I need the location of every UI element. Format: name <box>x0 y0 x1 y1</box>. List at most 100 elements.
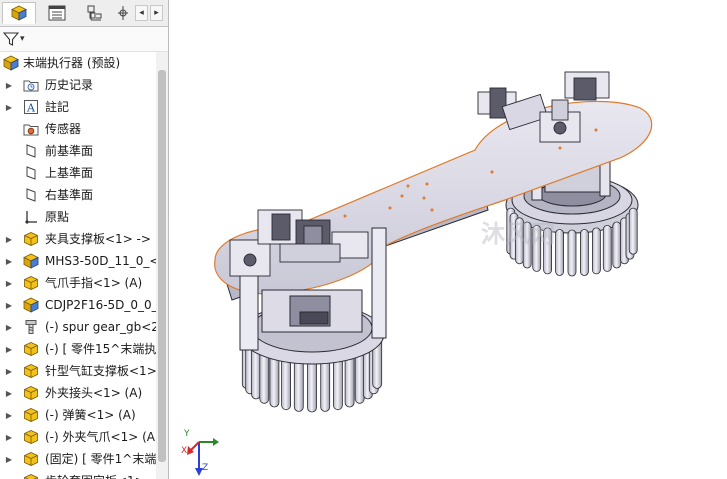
triad-z-label: Z <box>202 463 209 473</box>
tab-feature-manager[interactable] <box>2 2 36 24</box>
property-manager-icon <box>48 5 66 21</box>
tree-item-label: 右基準面 <box>45 188 94 202</box>
tree-item-label: 原點 <box>45 210 70 224</box>
tree-item[interactable]: ▶ 夹具支撑板<1> -> <box>0 228 156 250</box>
part-icon <box>23 429 39 445</box>
chevron-right-icon: ▸ <box>154 8 159 18</box>
tree-item-label: 传感器 <box>45 122 82 136</box>
feature-tree: 末端执行器 (预設) ▶ 历史记录 ▶ A 註記传感器前基準面上基準面右基準面原點 ▶ 夹具… <box>0 52 156 479</box>
crosshair-icon <box>118 6 128 20</box>
tree-item[interactable]: 右基準面 <box>0 184 156 206</box>
tree-item[interactable]: ▶ 气爪手指<1> (A) <box>0 272 156 294</box>
tree-item[interactable]: ▶ (-) 弹簧<1> (A) <box>0 404 156 426</box>
tree-item[interactable]: ▶ MHS3-50D_11_0_< <box>0 250 156 272</box>
part-icon <box>23 451 39 467</box>
tree-item[interactable]: 前基準面 <box>0 140 156 162</box>
origin-icon <box>23 209 39 225</box>
tree-item-label: 前基準面 <box>45 144 94 158</box>
tree-root[interactable]: 末端执行器 (预設) <box>0 52 156 74</box>
triad-y-label: Y <box>184 429 190 439</box>
annotation-icon: A <box>23 99 39 115</box>
sensor-icon <box>23 121 39 137</box>
tree-item-label: 气爪手指<1> (A) <box>45 276 143 290</box>
tree-item[interactable]: 原點 <box>0 206 156 228</box>
chevron-right-icon[interactable]: ▶ <box>4 360 14 382</box>
panel-tab-bar: ◂ ▸ <box>0 0 168 27</box>
plane-icon <box>23 143 39 159</box>
chevron-right-icon[interactable]: ▶ <box>4 96 14 118</box>
tree-item[interactable]: 上基準面 <box>0 162 156 184</box>
chevron-right-icon[interactable]: ▶ <box>4 470 14 479</box>
tree-item-label: 历史记录 <box>45 78 94 92</box>
part-icon <box>23 363 39 379</box>
graphics-area[interactable]: 沐风网 Y X Z <box>169 0 727 479</box>
tree-item-label: 齿轮套固定板<1> <box>45 474 145 479</box>
tree-item-label: 上基準面 <box>45 166 94 180</box>
chevron-right-icon[interactable]: ▶ <box>4 294 14 316</box>
tab-property-manager[interactable] <box>40 2 74 24</box>
tab-dimxpert[interactable] <box>116 2 130 24</box>
tree-scrollbar[interactable] <box>156 52 168 479</box>
part-icon <box>23 473 39 479</box>
filter-icon <box>3 32 19 46</box>
chevron-right-icon[interactable]: ▶ <box>4 382 14 404</box>
tree-item-label: 夹具支撑板<1> -> <box>45 232 151 246</box>
chevron-right-icon[interactable]: ▶ <box>4 74 14 96</box>
chevron-right-icon[interactable]: ▶ <box>4 272 14 294</box>
feature-manager-icon <box>11 5 27 21</box>
tab-scroll-left-button[interactable]: ◂ <box>135 5 148 21</box>
watermark-text: 沐风网 <box>481 220 556 248</box>
tree-item-label: (-) 弹簧<1> (A) <box>45 408 136 422</box>
tree-item-label: (-) spur gear_gb<2 <box>45 320 156 334</box>
triad-x-label: X <box>181 446 188 456</box>
feature-manager-panel: ◂ ▸ ▾ 末端执行器 (预設) ▶ 历史记录 ▶ A 註記传感器前基準面上基準面右基準… <box>0 0 169 479</box>
model-render <box>214 71 653 413</box>
tree-item[interactable]: ▶ 外夹接头<1> (A) <box>0 382 156 404</box>
chevron-right-icon[interactable]: ▶ <box>4 404 14 426</box>
chevron-right-icon[interactable]: ▶ <box>4 228 14 250</box>
chevron-right-icon[interactable]: ▶ <box>4 316 14 338</box>
history-folder-icon <box>23 77 39 93</box>
svg-text:A: A <box>26 102 36 115</box>
chevron-right-icon[interactable]: ▶ <box>4 250 14 272</box>
tree-item-label: (-) 外夹气爪<1> (A <box>45 430 155 444</box>
tree-item[interactable]: ▶ (固定) [ 零件1^末端 <box>0 448 156 470</box>
tree-item[interactable]: ▶ (-) spur gear_gb<2 <box>0 316 156 338</box>
tree-item[interactable]: ▶ CDJP2F16-5D_0_0_ <box>0 294 156 316</box>
chevron-right-icon[interactable]: ▶ <box>4 448 14 470</box>
tree-item-label: (-) [ 零件15^末端执 <box>45 342 156 356</box>
tree-item[interactable]: ▶ A 註記 <box>0 96 156 118</box>
plane-icon <box>23 187 39 203</box>
part-icon <box>23 231 39 247</box>
tree-item-label: CDJP2F16-5D_0_0_ <box>45 298 156 312</box>
tree-scrollbar-thumb[interactable] <box>158 70 166 462</box>
tree-item-label: MHS3-50D_11_0_< <box>45 254 156 268</box>
tree-item[interactable]: 传感器 <box>0 118 156 140</box>
tree-item-label: 针型气缸支撑板<1> <box>45 364 156 378</box>
tree-root-label: 末端执行器 (预設) <box>23 56 121 70</box>
tree-item[interactable]: ▶ (-) 外夹气爪<1> (A <box>0 426 156 448</box>
part-icon <box>23 341 39 357</box>
tree-item-label: 外夹接头<1> (A) <box>45 386 143 400</box>
tab-scroll-right-button[interactable]: ▸ <box>150 5 163 21</box>
chevron-right-icon[interactable]: ▶ <box>4 426 14 448</box>
tree-item[interactable]: ▶ 齿轮套固定板<1> <box>0 470 156 479</box>
filter-bar: ▾ <box>0 27 168 52</box>
chevron-right-icon[interactable]: ▶ <box>4 338 14 360</box>
filter-button[interactable]: ▾ <box>3 30 29 48</box>
configuration-manager-icon <box>87 5 102 21</box>
tab-configuration-manager[interactable] <box>78 2 112 24</box>
tree-item-label: 註記 <box>45 100 70 114</box>
part-icon <box>23 385 39 401</box>
chevron-down-icon: ▾ <box>20 34 25 44</box>
part-icon <box>23 275 39 291</box>
assembly-icon <box>3 55 19 71</box>
tree-item[interactable]: ▶ 针型气缸支撑板<1> <box>0 360 156 382</box>
bolt-icon <box>23 319 39 335</box>
tree-item[interactable]: ▶ (-) [ 零件15^末端执 <box>0 338 156 360</box>
tree-item[interactable]: ▶ 历史记录 <box>0 74 156 96</box>
part-icon <box>23 407 39 423</box>
tree-item-label: (固定) [ 零件1^末端 <box>45 452 156 466</box>
plane-icon <box>23 165 39 181</box>
assembly-icon <box>23 253 39 269</box>
